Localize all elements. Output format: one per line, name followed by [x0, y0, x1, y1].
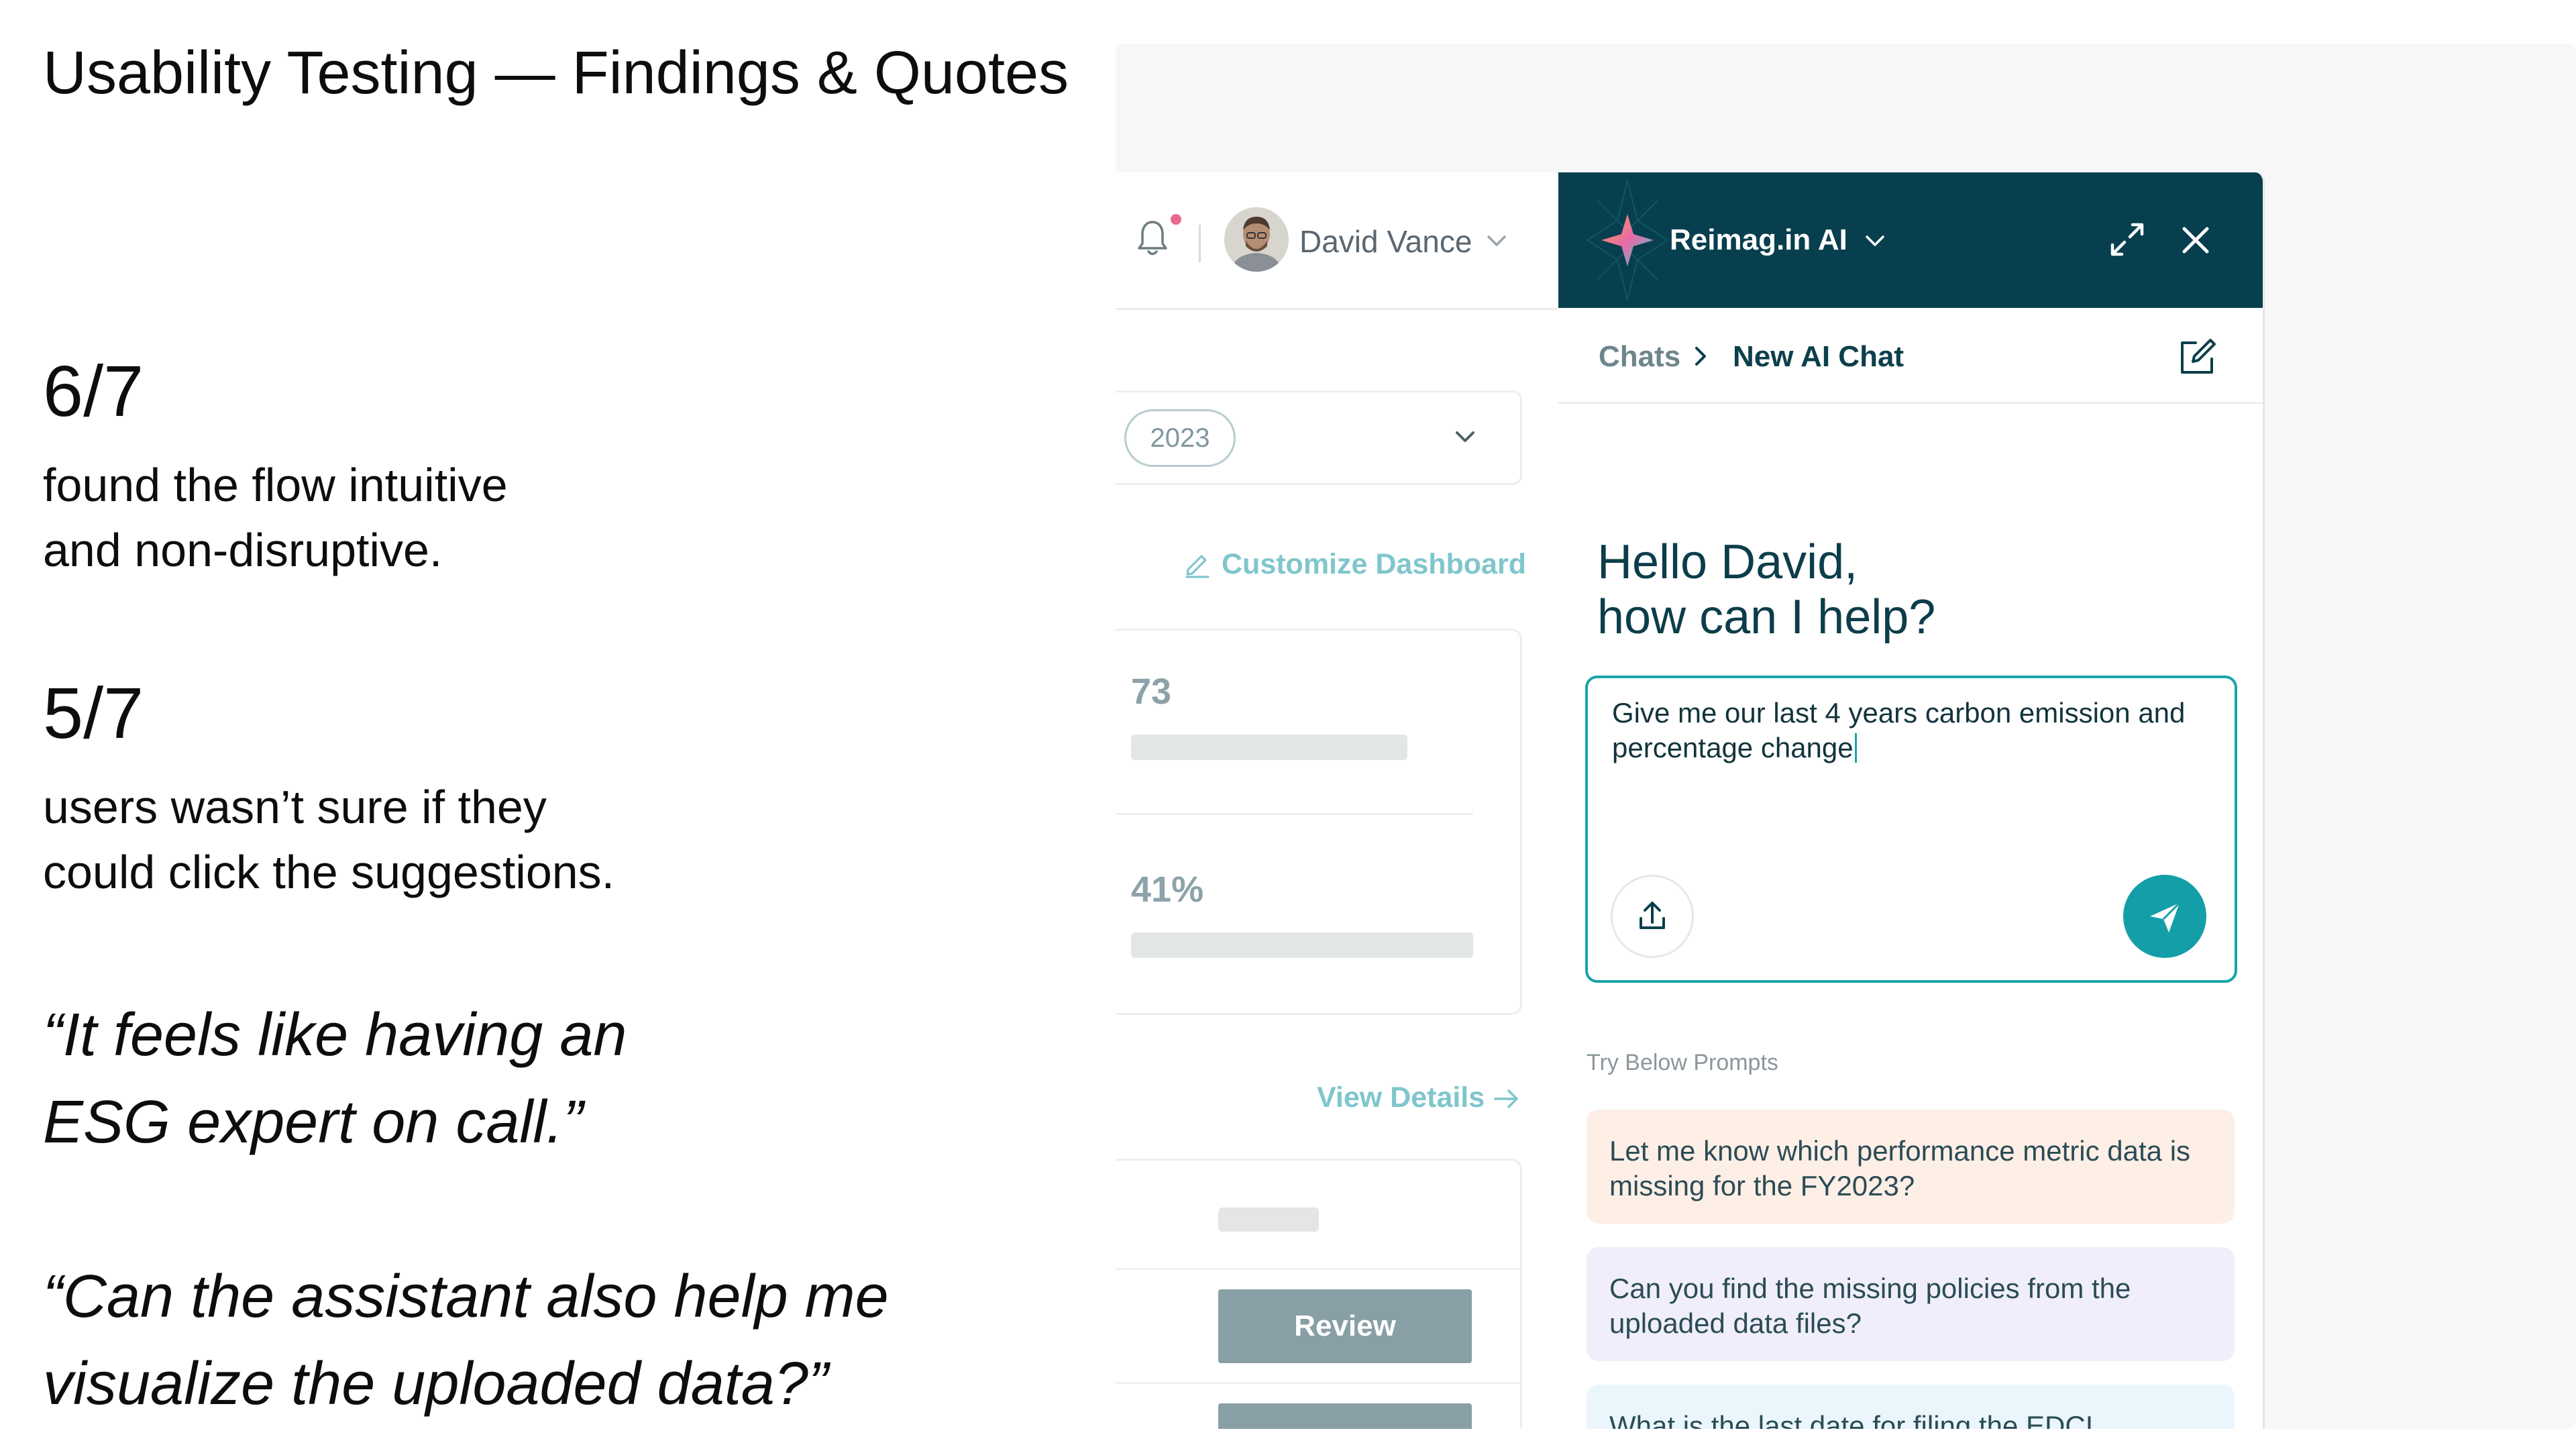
suggestion-text: Can you find the missing policies from t… — [1609, 1273, 2131, 1339]
view-details-label: View Details — [1317, 1081, 1485, 1114]
header-divider — [1199, 225, 1201, 262]
send-icon — [2150, 902, 2181, 932]
metric-bar — [1131, 735, 1407, 760]
review-button[interactable]: Review — [1218, 1289, 1472, 1363]
finding-description-line: users wasn’t sure if they — [43, 781, 547, 833]
prompt-input-text[interactable]: Give me our last 4 years carbon emission… — [1612, 696, 2202, 765]
finding-description-line: and non-disruptive. — [43, 524, 443, 576]
greeting-line: Hello David, — [1597, 535, 1858, 589]
assistant-title[interactable]: Reimag.in AI — [1670, 223, 1847, 257]
year-selector[interactable]: 2023 — [1116, 390, 1522, 485]
suggestion-card[interactable]: Can you find the missing policies from t… — [1587, 1247, 2235, 1361]
edit-pencil-icon — [1185, 555, 1210, 578]
year-pill: 2023 — [1124, 409, 1236, 467]
greeting: Hello David, how can I help? — [1597, 535, 1935, 645]
close-icon[interactable] — [2179, 223, 2212, 257]
dashboard-panel: David Vance 2023 Customize Dashboard 73 … — [1116, 172, 1558, 1429]
breadcrumb: Chats New AI Chat — [1558, 308, 2263, 404]
breadcrumb-chats[interactable]: Chats — [1599, 340, 1680, 374]
prompt-input[interactable]: Give me our last 4 years carbon emission… — [1585, 676, 2237, 983]
page-title: Usability Testing — Findings & Quotes — [43, 40, 1069, 107]
greeting-line: how can I help? — [1597, 590, 1936, 644]
finding-stat-1: 6/7 — [43, 350, 144, 431]
prompts-label: Try Below Prompts — [1587, 1050, 1778, 1075]
arrow-right-icon — [1494, 1089, 1518, 1108]
finding-description-line: found the flow intuitive — [43, 459, 508, 511]
prompt-input-value: Give me our last 4 years carbon emission… — [1612, 697, 2186, 763]
metric-value: 73 — [1131, 672, 1172, 712]
chevron-down-icon[interactable] — [1449, 422, 1481, 451]
notification-dot — [1171, 214, 1181, 225]
sparkle-logo-icon — [1586, 180, 1669, 301]
customize-dashboard-link[interactable]: Customize Dashboard — [1183, 548, 1526, 581]
chat-header: Reimag.in AI — [1558, 172, 2263, 308]
breadcrumb-current: New AI Chat — [1733, 340, 1904, 373]
user-name[interactable]: David Vance — [1299, 223, 1472, 260]
suggestion-card[interactable]: What is the last date for filing the EDC… — [1587, 1385, 2235, 1429]
finding-description-2: users wasn’t sure if they could click th… — [43, 775, 982, 905]
quote-line: ESG expert on call.” — [43, 1089, 584, 1156]
upload-button[interactable] — [1611, 875, 1694, 958]
ai-chat-panel: Reimag.in AI Chats New AI Chat Hello Dav… — [1558, 172, 2265, 1429]
table-cell-placeholder — [1218, 1208, 1319, 1232]
upload-icon — [1640, 902, 1665, 929]
customize-dashboard-label: Customize Dashboard — [1222, 548, 1526, 580]
metric-value: 41% — [1131, 869, 1204, 910]
suggestion-card[interactable]: Let me know which performance metric dat… — [1587, 1110, 2235, 1224]
quote-line: “It feels like having an — [43, 1002, 627, 1069]
table-row-divider — [1116, 1268, 1520, 1270]
expand-icon[interactable] — [2107, 219, 2147, 260]
quote-line: “Can the assistant also help me — [43, 1263, 889, 1330]
review-table: Review — [1116, 1159, 1522, 1429]
metric-bar — [1131, 932, 1473, 958]
user-quote-1: “It feels like having an ESG expert on c… — [43, 991, 1089, 1166]
finding-stat-2: 5/7 — [43, 672, 144, 753]
avatar[interactable] — [1224, 207, 1289, 272]
metrics-card: 73 41% — [1116, 629, 1522, 1015]
user-quote-2: “Can the assistant also help me visualiz… — [43, 1253, 1089, 1428]
dashboard-header: David Vance — [1116, 172, 1558, 310]
review-button-2[interactable] — [1218, 1403, 1472, 1429]
send-button[interactable] — [2123, 875, 2206, 958]
view-details-link[interactable]: View Details — [1317, 1081, 1521, 1114]
suggestion-text: What is the last date for filing the EDC… — [1609, 1410, 2094, 1429]
chevron-right-icon — [1695, 347, 1706, 366]
chevron-down-icon[interactable] — [1483, 229, 1510, 253]
bell-icon[interactable] — [1136, 218, 1169, 258]
suggestion-text: Let me know which performance metric dat… — [1609, 1135, 2191, 1201]
new-chat-icon[interactable] — [2176, 336, 2218, 379]
table-row-divider — [1116, 1382, 1520, 1384]
finding-description-1: found the flow intuitive and non-disrupt… — [43, 453, 982, 583]
chevron-down-icon[interactable] — [1862, 230, 1888, 253]
text-caret — [1854, 733, 1857, 763]
finding-description-line: could click the suggestions. — [43, 846, 615, 898]
metric-divider — [1116, 813, 1473, 815]
quote-line: visualize the uploaded data?” — [43, 1350, 828, 1417]
